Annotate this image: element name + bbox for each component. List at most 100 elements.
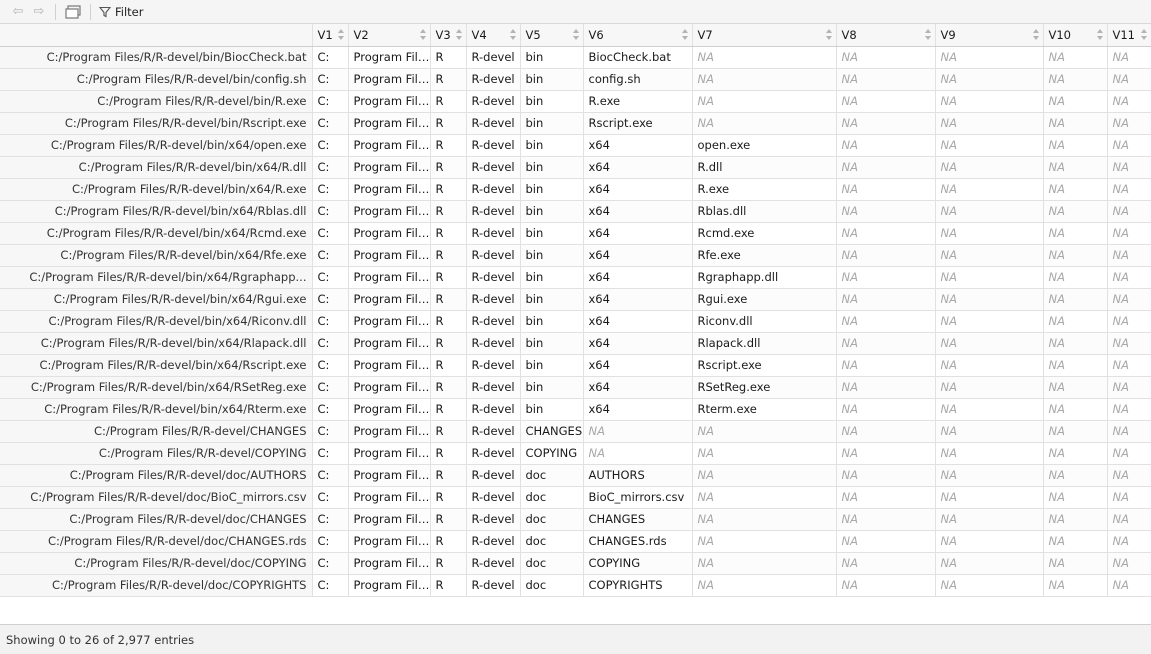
table-cell[interactable]: C: — [312, 112, 349, 135]
table-cell[interactable]: NA — [836, 134, 936, 157]
table-cell[interactable]: CHANGES — [583, 508, 693, 531]
table-cell[interactable]: NA — [1043, 178, 1108, 201]
table-cell[interactable]: BioC_mirrors.csv — [583, 486, 693, 509]
table-cell[interactable]: NA — [935, 266, 1044, 289]
table-cell[interactable]: R — [430, 244, 467, 267]
table-cell[interactable]: C: — [312, 156, 349, 179]
table-cell[interactable]: COPYING — [583, 552, 693, 575]
column-header-v11[interactable]: V11 — [1107, 24, 1151, 47]
row-name-cell[interactable]: C:/Program Files/R/R-devel/doc/COPYRIGHT… — [0, 574, 313, 597]
table-cell[interactable]: NA — [935, 134, 1044, 157]
table-cell[interactable]: R.dll — [692, 156, 837, 179]
table-cell[interactable]: bin — [520, 244, 584, 267]
table-row[interactable]: C:/Program Files/R/R-devel/bin/x64/Rfe.e… — [0, 244, 1151, 267]
table-row[interactable]: C:/Program Files/R/R-devel/bin/Rscript.e… — [0, 112, 1151, 135]
table-cell[interactable]: Rcmd.exe — [692, 222, 837, 245]
table-cell[interactable]: NA — [1043, 486, 1108, 509]
table-cell[interactable]: NA — [836, 486, 936, 509]
table-cell[interactable]: NA — [935, 420, 1044, 443]
table-row[interactable]: C:/Program Files/R/R-devel/CHANGES C: Prog… — [0, 420, 1151, 443]
table-cell[interactable]: R-devel — [466, 486, 521, 509]
table-row[interactable]: C:/Program Files/R/R-devel/bin/x64/open.… — [0, 134, 1151, 157]
table-row[interactable]: C:/Program Files/R/R-devel/bin/x64/Rcmd.… — [0, 222, 1151, 245]
table-cell[interactable]: R — [430, 486, 467, 509]
table-cell[interactable]: CHANGES — [520, 420, 584, 443]
table-cell[interactable]: NA — [1107, 332, 1151, 355]
sort-arrows-icon[interactable] — [509, 29, 516, 40]
table-row[interactable]: C:/Program Files/R/R-devel/bin/x64/Rscri… — [0, 354, 1151, 377]
table-cell[interactable]: Program Files — [348, 398, 431, 421]
table-cell[interactable]: Program Files — [348, 332, 431, 355]
table-cell[interactable]: Program Files — [348, 156, 431, 179]
table-cell[interactable]: R — [430, 398, 467, 421]
table-cell[interactable]: Program Files — [348, 464, 431, 487]
table-cell[interactable]: Rgui.exe — [692, 288, 837, 311]
table-cell[interactable]: R-devel — [466, 398, 521, 421]
table-cell[interactable]: NA — [1107, 310, 1151, 333]
table-cell[interactable]: NA — [1107, 46, 1151, 69]
table-cell[interactable]: R-devel — [466, 508, 521, 531]
table-cell[interactable]: R-devel — [466, 200, 521, 223]
arrow-right-icon[interactable]: ⇨ — [32, 5, 46, 19]
table-cell[interactable]: NA — [1043, 200, 1108, 223]
table-cell[interactable]: R — [430, 266, 467, 289]
table-cell[interactable]: NA — [1043, 464, 1108, 487]
table-cell[interactable]: R.exe — [583, 90, 693, 113]
row-name-cell[interactable]: C:/Program Files/R/R-devel/bin/x64/open.… — [0, 134, 313, 157]
table-cell[interactable]: x64 — [583, 222, 693, 245]
table-cell[interactable]: NA — [836, 266, 936, 289]
table-cell[interactable]: Rfe.exe — [692, 244, 837, 267]
table-cell[interactable]: Program Files — [348, 200, 431, 223]
table-cell[interactable]: NA — [935, 552, 1044, 575]
table-cell[interactable]: R-devel — [466, 530, 521, 553]
table-cell[interactable]: NA — [935, 398, 1044, 421]
table-cell[interactable]: bin — [520, 288, 584, 311]
column-header-v2[interactable]: V2 — [348, 24, 431, 47]
table-cell[interactable]: NA — [935, 508, 1044, 531]
table-cell[interactable]: C: — [312, 288, 349, 311]
table-cell[interactable]: C: — [312, 486, 349, 509]
row-name-cell[interactable]: C:/Program Files/R/R-devel/COPYING — [0, 442, 313, 465]
row-name-cell[interactable]: C:/Program Files/R/R-devel/bin/x64/RSetR… — [0, 376, 313, 399]
table-cell[interactable]: R-devel — [466, 68, 521, 91]
table-cell[interactable]: x64 — [583, 332, 693, 355]
table-cell[interactable]: NA — [692, 552, 837, 575]
table-cell[interactable]: NA — [935, 530, 1044, 553]
row-name-cell[interactable]: C:/Program Files/R/R-devel/bin/x64/Rcmd.… — [0, 222, 313, 245]
table-cell[interactable]: Program Files — [348, 90, 431, 113]
table-cell[interactable]: NA — [692, 486, 837, 509]
table-cell[interactable]: NA — [692, 46, 837, 69]
table-cell[interactable]: C: — [312, 354, 349, 377]
table-cell[interactable]: NA — [1043, 552, 1108, 575]
table-cell[interactable]: NA — [836, 574, 936, 597]
table-cell[interactable]: NA — [935, 354, 1044, 377]
table-cell[interactable]: R-devel — [466, 90, 521, 113]
table-cell[interactable]: NA — [836, 508, 936, 531]
table-cell[interactable]: x64 — [583, 376, 693, 399]
table-cell[interactable]: Program Files — [348, 68, 431, 91]
table-cell[interactable]: Rterm.exe — [692, 398, 837, 421]
table-cell[interactable]: R-devel — [466, 266, 521, 289]
table-cell[interactable]: R-devel — [466, 134, 521, 157]
data-grid[interactable]: V1 V2 V3 V4 V5 V6 V7 V8 V9 V10 V11 C:/Program File… — [0, 24, 1151, 624]
table-row[interactable]: C:/Program Files/R/R-devel/COPYING C: Prog… — [0, 442, 1151, 465]
row-name-cell[interactable]: C:/Program Files/R/R-devel/bin/x64/R.dll — [0, 156, 313, 179]
table-cell[interactable]: R — [430, 310, 467, 333]
row-name-cell[interactable]: C:/Program Files/R/R-devel/bin/BiocCheck… — [0, 46, 313, 69]
column-header-v7[interactable]: V7 — [692, 24, 837, 47]
table-row[interactable]: C:/Program Files/R/R-devel/bin/x64/R.dll… — [0, 156, 1151, 179]
table-cell[interactable]: C: — [312, 552, 349, 575]
table-cell[interactable]: R-devel — [466, 288, 521, 311]
row-name-cell[interactable]: C:/Program Files/R/R-devel/bin/x64/R.exe — [0, 178, 313, 201]
table-cell[interactable]: x64 — [583, 178, 693, 201]
table-cell[interactable]: Program Files — [348, 178, 431, 201]
table-cell[interactable]: x64 — [583, 354, 693, 377]
row-name-cell[interactable]: C:/Program Files/R/R-devel/doc/CHANGES — [0, 508, 313, 531]
table-cell[interactable]: NA — [1107, 244, 1151, 267]
table-cell[interactable]: NA — [836, 178, 936, 201]
column-header-v10[interactable]: V10 — [1043, 24, 1108, 47]
table-cell[interactable]: NA — [1107, 574, 1151, 597]
table-cell[interactable]: AUTHORS — [583, 464, 693, 487]
table-cell[interactable]: bin — [520, 222, 584, 245]
table-cell[interactable]: bin — [520, 354, 584, 377]
